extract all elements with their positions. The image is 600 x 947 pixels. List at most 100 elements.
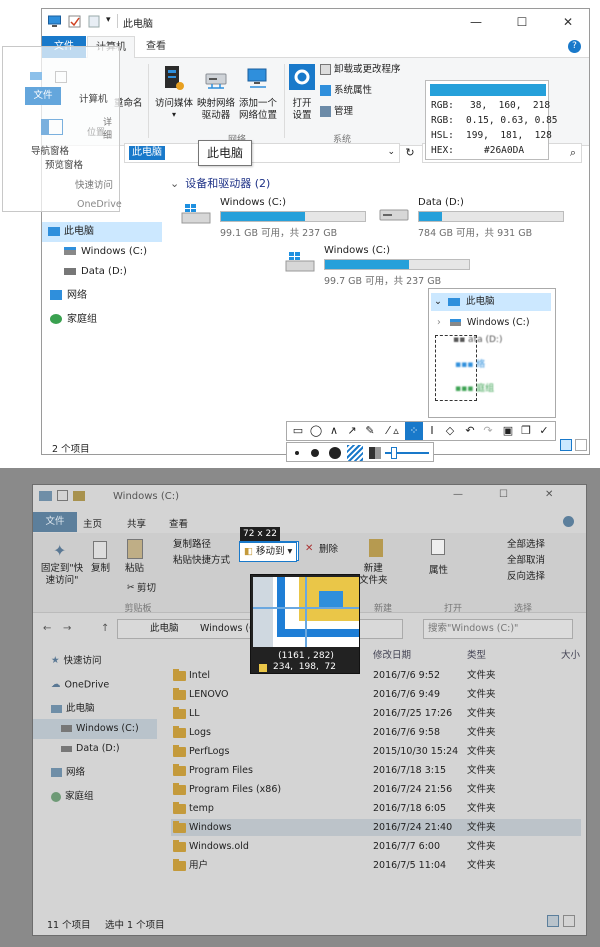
invert-selection-button[interactable]: 反向选择 [507,571,545,583]
drive-item[interactable]: Data (D:) 784 GB 可用，共 931 GB [378,197,588,239]
tab-share[interactable]: 共享 [127,516,146,530]
file-row[interactable]: LENOVO 2016/7/6 9:49 文件夹 [171,686,581,703]
copy-path-button[interactable]: 复制路径 [173,539,211,551]
size-slider-thumb[interactable] [391,447,397,459]
tab-view[interactable]: 查看 [138,36,174,58]
nav-item-onedrive[interactable]: ☁ OneDrive [33,675,109,695]
minimize-button[interactable]: — [453,9,499,35]
tab-view[interactable]: 查看 [169,516,188,530]
copy-icon[interactable]: ❐ [517,422,535,440]
file-row[interactable]: Program Files (x86) 2016/7/24 21:56 文件夹 [171,781,581,798]
ellipse-tool-icon[interactable]: ◯ [307,422,325,440]
properties-icon[interactable] [68,15,81,28]
help-icon[interactable] [563,516,574,527]
pen-tool-icon[interactable]: ✎ [361,422,379,440]
nav-item-this-pc[interactable]: 此电脑 [42,222,162,242]
paste-button[interactable]: 粘贴 [125,563,144,575]
media-dropdown-icon[interactable]: ▾ [172,110,176,119]
uninstall-button[interactable]: 卸载或更改程序 [334,64,401,76]
search-box[interactable]: 搜索"Windows (C:)" [423,619,573,639]
new-folder-button[interactable]: 新建 文件夹 [359,563,388,587]
manage-button[interactable]: 管理 [334,106,353,118]
move-to-highlight[interactable]: ◧ 移动到 ▾ [239,542,297,562]
file-row[interactable]: Program Files 2016/7/18 3:15 文件夹 [171,762,581,779]
search-icon[interactable]: ⌕ [570,146,576,160]
properties-button[interactable]: 属性 [429,565,448,577]
new-folder-icon[interactable] [88,15,101,28]
system-properties-button[interactable]: 系统属性 [334,85,372,97]
help-icon[interactable]: ? [568,40,581,53]
drive-item[interactable]: Windows (C:) 99.7 GB 可用，共 237 GB [284,245,534,287]
nav-item-this-pc[interactable]: 此电脑 [33,699,95,719]
close-button[interactable]: ✕ [545,9,589,35]
map-drive-button[interactable]: 映射网络 驱动器 [194,98,238,122]
save-icon[interactable]: ▣ [499,422,517,440]
redo-icon[interactable]: ↷ [479,422,497,440]
nav-item-network[interactable]: 网络 [42,286,87,306]
nav-item-quick-access[interactable]: ★ 快速访问 [33,651,102,671]
tree-item[interactable]: › Windows (C:) [437,315,530,331]
close-button[interactable]: ✕ [545,489,553,500]
confirm-check-icon[interactable]: ✓ [535,422,553,440]
details-view-icon[interactable] [547,915,559,927]
nav-item-drive-d[interactable]: Data (D:) [42,262,127,282]
paste-shortcut-button[interactable]: 粘贴快捷方式 [173,555,230,567]
nav-item-homegroup[interactable]: 家庭组 [33,787,94,807]
file-row[interactable]: 用户 2016/7/5 11:04 文件夹 [171,857,581,874]
mosaic-pattern-icon[interactable] [347,445,363,461]
column-type[interactable]: 类型 [467,647,486,661]
nav-item-drive-c[interactable]: Windows (C:) [42,242,147,262]
copy-button[interactable]: 复制 [91,563,110,575]
refresh-icon[interactable]: ↻ [402,145,418,161]
nav-item-homegroup[interactable]: 家庭组 [42,310,97,330]
eraser-tool-icon[interactable]: ◇ [441,422,459,440]
tab-home[interactable]: 主页 [83,516,102,530]
nav-item-drive-d[interactable]: Data (D:) [33,739,120,759]
file-row[interactable]: Intel 2016/7/6 9:52 文件夹 [171,667,581,684]
arrow-tool-icon[interactable]: ↗ [343,422,361,440]
undo-icon[interactable]: ↶ [461,422,479,440]
highlighter-tool-icon[interactable]: ▵ [387,422,405,440]
address-dropdown-icon[interactable]: ⌄ [387,147,395,157]
mosaic-tool-icon[interactable]: ⁘ [405,422,423,440]
maximize-button[interactable]: ☐ [499,489,508,500]
forward-icon[interactable]: → [63,623,71,634]
large-icons-view-icon[interactable] [563,915,575,927]
select-none-button[interactable]: 全部取消 [507,555,545,567]
tree-root[interactable]: ⌄ 此电脑 [431,293,551,311]
back-icon[interactable]: ← [43,623,51,634]
details-view-icon[interactable] [560,439,572,451]
large-icons-view-icon[interactable] [575,439,587,451]
file-row[interactable]: temp 2016/7/18 6:05 文件夹 [171,800,581,817]
select-all-button[interactable]: 全部选择 [507,539,545,551]
file-row[interactable]: PerfLogs 2015/10/30 15:24 文件夹 [171,743,581,760]
file-row[interactable]: LL 2016/7/25 17:26 文件夹 [171,705,581,722]
pin-quick-access-button[interactable]: 固定到"快 速访问" [37,563,87,587]
maximize-button[interactable]: ☐ [499,9,545,35]
cut-button[interactable]: 剪切 [137,583,156,595]
minimize-button[interactable]: — [453,489,463,500]
brush-size-medium-icon[interactable] [311,449,319,457]
add-network-location-button[interactable]: 添加一个 网络位置 [236,98,280,122]
capture-region[interactable]: ⌄ 此电脑 › Windows (C:) ▪▪ ata (D:) ▪▪▪ 络 ▪… [428,288,556,418]
open-settings-button[interactable]: 打开 设置 [288,98,316,122]
nav-item-drive-c[interactable]: Windows (C:) [33,719,157,739]
section-header[interactable]: ⌄ 设备和驱动器 (2) [170,175,270,191]
rectangle-tool-icon[interactable]: ▭ [289,422,307,440]
text-tool-icon[interactable]: I [423,422,441,440]
file-row[interactable]: Windows 2016/7/24 21:40 文件夹 [171,819,581,836]
address-bar[interactable]: 此电脑 ⌄ [124,143,400,163]
nav-item-network[interactable]: 网络 [33,763,85,783]
mosaic-block-icon[interactable] [369,447,381,459]
breadcrumb-root[interactable]: 此电脑 [150,620,179,638]
column-date[interactable]: 修改日期 [373,647,411,661]
file-row[interactable]: Windows.old 2016/7/7 6:00 文件夹 [171,838,581,855]
brush-size-small-icon[interactable] [295,451,299,455]
column-size[interactable]: 大小 [561,647,580,661]
tab-file[interactable]: 文件 [33,512,77,532]
file-row[interactable]: Logs 2016/7/6 9:58 文件夹 [171,724,581,741]
access-media-button[interactable]: 访问媒体 [152,98,196,110]
delete-button[interactable]: 删除 [319,544,338,556]
brush-size-large-icon[interactable] [329,447,341,459]
polyline-tool-icon[interactable]: ∧ [325,422,343,440]
